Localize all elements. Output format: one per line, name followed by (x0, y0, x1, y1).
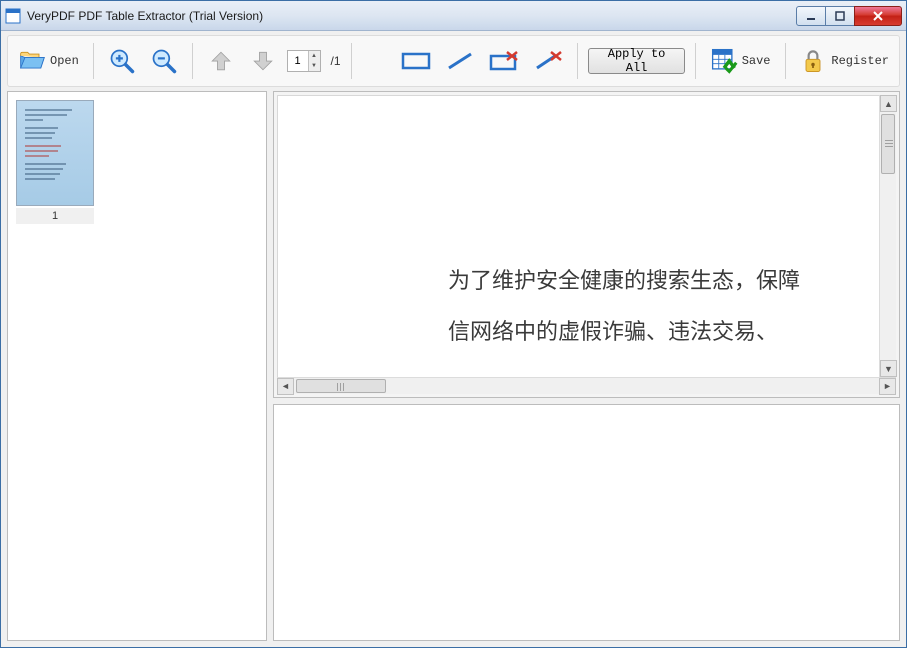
vertical-scrollbar[interactable]: ▲ ▼ (879, 95, 896, 377)
save-table-icon (710, 47, 738, 75)
draw-line-button[interactable] (441, 48, 479, 74)
line-icon (445, 50, 475, 72)
toolbar: Open ▲ ▼ (7, 35, 900, 87)
zoom-out-icon (150, 47, 178, 75)
scroll-right-icon[interactable]: ► (879, 378, 896, 395)
register-label: Register (831, 54, 889, 68)
preview-canvas[interactable]: 为了维护安全健康的搜索生态，保障 信网络中的虚假诈骗、违法交易、 (277, 95, 896, 394)
scroll-up-icon[interactable]: ▲ (880, 95, 897, 112)
scroll-down-icon[interactable]: ▼ (880, 360, 897, 377)
zoom-out-button[interactable] (146, 45, 182, 77)
apply-to-all-button[interactable]: Apply to All (588, 48, 685, 74)
scroll-left-icon[interactable]: ◄ (277, 378, 294, 395)
open-label: Open (50, 54, 79, 68)
maximize-button[interactable] (825, 6, 855, 26)
preview-line: 信网络中的虚假诈骗、违法交易、 (448, 307, 800, 358)
spinner-up-icon[interactable]: ▲ (309, 51, 320, 61)
save-button[interactable]: Save (706, 45, 775, 77)
preview-text: 为了维护安全健康的搜索生态，保障 信网络中的虚假诈骗、违法交易、 (448, 256, 800, 357)
register-button[interactable]: Register (795, 45, 893, 77)
page-number-input[interactable]: ▲ ▼ (287, 50, 321, 72)
page-total-label: /1 (331, 54, 341, 68)
spinner-down-icon[interactable]: ▼ (309, 61, 320, 71)
thumbnails-pane[interactable]: 1 (7, 91, 267, 641)
titlebar[interactable]: VeryPDF PDF Table Extractor (Trial Versi… (1, 1, 906, 31)
arrow-down-icon (249, 47, 277, 75)
separator (577, 43, 578, 79)
output-pane[interactable] (273, 404, 900, 641)
caption-buttons (797, 6, 902, 26)
scroll-track[interactable] (294, 378, 879, 395)
close-button[interactable] (854, 6, 902, 26)
draw-rect-button[interactable] (397, 48, 435, 74)
page-down-button[interactable] (245, 45, 281, 77)
separator (695, 43, 696, 79)
zoom-in-button[interactable] (104, 45, 140, 77)
thumbnail-item[interactable]: 1 (16, 100, 94, 224)
separator (351, 43, 352, 79)
page-up-button[interactable] (203, 45, 239, 77)
rectangle-icon (401, 50, 431, 72)
lock-icon (799, 47, 827, 75)
preview-pane[interactable]: 为了维护安全健康的搜索生态，保障 信网络中的虚假诈骗、违法交易、 ▲ ▼ ◄ ► (273, 91, 900, 398)
page-thumbnail[interactable] (16, 100, 94, 206)
page-number-field[interactable] (288, 51, 308, 71)
app-icon (5, 8, 21, 24)
scroll-thumb[interactable] (881, 114, 895, 174)
rectangle-delete-icon (489, 50, 519, 72)
content-area: 1 为了维护安全健康的搜索生态，保障 信网络中的虚假诈骗、违法交易、 ▲ ▼ ◄ (7, 91, 900, 641)
folder-open-icon (18, 47, 46, 75)
right-pane: 为了维护安全健康的搜索生态，保障 信网络中的虚假诈骗、违法交易、 ▲ ▼ ◄ ► (273, 91, 900, 641)
separator (192, 43, 193, 79)
separator (785, 43, 786, 79)
separator (93, 43, 94, 79)
scroll-thumb[interactable] (296, 379, 386, 393)
delete-line-button[interactable] (529, 48, 567, 74)
thumbnail-page-number: 1 (16, 208, 94, 224)
spinner-arrows[interactable]: ▲ ▼ (308, 51, 320, 71)
preview-line: 为了维护安全健康的搜索生态，保障 (448, 256, 800, 307)
main-window: VeryPDF PDF Table Extractor (Trial Versi… (0, 0, 907, 648)
horizontal-scrollbar[interactable]: ◄ ► (277, 377, 896, 394)
delete-rect-button[interactable] (485, 48, 523, 74)
minimize-button[interactable] (796, 6, 826, 26)
window-title: VeryPDF PDF Table Extractor (Trial Versi… (27, 9, 797, 23)
zoom-in-icon (108, 47, 136, 75)
line-delete-icon (533, 50, 563, 72)
open-button[interactable]: Open (14, 45, 83, 77)
scroll-track[interactable] (880, 112, 896, 360)
arrow-up-icon (207, 47, 235, 75)
save-label: Save (742, 54, 771, 68)
